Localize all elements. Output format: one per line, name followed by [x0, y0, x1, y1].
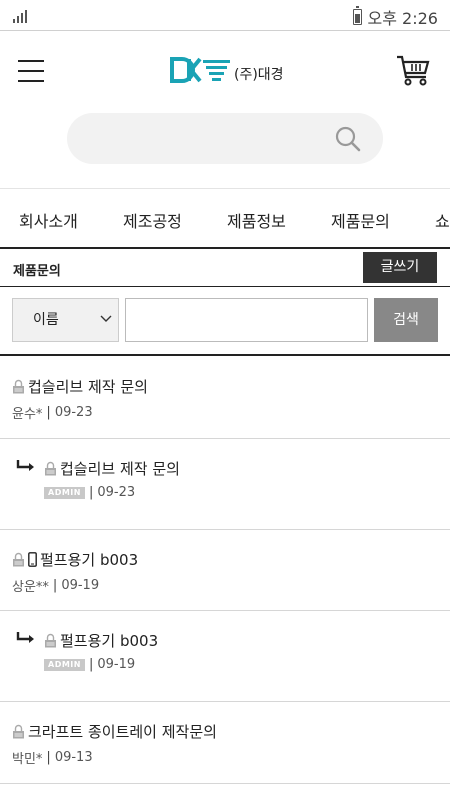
lock-icon — [13, 379, 24, 394]
status-bar: 오후 2:26 — [0, 0, 450, 31]
post-reply-item[interactable]: 컵슬리브 제작 문의 ADMIN | 09-23 — [0, 439, 450, 530]
post-title: 펄프용기 b003 — [40, 551, 139, 569]
cart-button[interactable] — [396, 53, 430, 87]
post-date: 09-23 — [97, 485, 136, 500]
post-title: 컵슬리브 제작 문의 — [60, 460, 180, 478]
nav-item-process[interactable]: 제조공정 — [123, 208, 182, 232]
signal-icon — [13, 9, 29, 23]
hamburger-menu-button[interactable] — [18, 60, 44, 82]
header: (주)대경 — [0, 31, 450, 111]
nav-item-company[interactable]: 회사소개 — [19, 208, 78, 232]
reply-arrow-icon — [16, 460, 34, 471]
post-item[interactable]: 크라프트 종이트레이 제작문의 박민* | 09-13 — [0, 702, 450, 784]
write-button[interactable]: 글쓰기 — [363, 252, 437, 283]
board-search: 이름 검색 — [0, 298, 450, 344]
chevron-down-icon — [100, 315, 112, 322]
search-field-select[interactable]: 이름 — [12, 298, 119, 342]
mobile-icon — [28, 552, 37, 567]
post-author: 상운** — [12, 580, 49, 595]
post-author: 윤수* — [12, 407, 43, 422]
nav-item-shop[interactable]: 쇼 — [435, 208, 450, 232]
status-time: 오후 2:26 — [367, 9, 438, 28]
board-header: 제품문의 글쓰기 — [0, 247, 450, 287]
reply-arrow-icon — [16, 632, 34, 643]
admin-badge: ADMIN — [44, 486, 85, 499]
post-date: 09-19 — [61, 578, 100, 593]
lock-icon — [13, 552, 24, 567]
lock-icon — [13, 724, 24, 739]
post-date: 09-13 — [54, 750, 93, 765]
post-title: 크라프트 종이트레이 제작문의 — [28, 723, 217, 741]
battery-icon — [352, 6, 362, 25]
post-title: 펄프용기 b003 — [60, 632, 159, 650]
search-bar — [67, 113, 383, 164]
board-search-input[interactable] — [125, 298, 368, 342]
post-date: 09-23 — [54, 405, 93, 420]
post-reply-item[interactable]: 펄프용기 b003 ADMIN | 09-19 — [0, 611, 450, 702]
post-author: 박민* — [12, 752, 43, 767]
cart-icon — [397, 55, 430, 86]
post-item[interactable]: 컵슬리브 제작 문의 윤수* | 09-23 — [0, 356, 450, 439]
search-field-selected: 이름 — [33, 312, 59, 328]
lock-icon — [45, 461, 56, 476]
logo[interactable]: (주)대경 — [170, 57, 284, 83]
search-input[interactable] — [87, 113, 327, 164]
post-item[interactable]: 펄프용기 b003 상운** | 09-19 — [0, 530, 450, 611]
post-date: 09-19 — [97, 657, 136, 672]
main-nav: 회사소개 제조공정 제품정보 제품문의 쇼 — [0, 188, 450, 248]
board-search-button[interactable]: 검색 — [374, 298, 438, 342]
nav-item-inquiry[interactable]: 제품문의 — [331, 208, 390, 232]
lock-icon — [45, 633, 56, 648]
post-title: 컵슬리브 제작 문의 — [28, 378, 148, 396]
brand-name: (주)대경 — [234, 67, 284, 83]
nav-item-products[interactable]: 제품정보 — [227, 208, 286, 232]
logo-mark-icon — [170, 57, 230, 83]
board-title: 제품문의 — [13, 264, 61, 279]
admin-badge: ADMIN — [44, 658, 85, 671]
search-icon[interactable] — [335, 126, 361, 152]
